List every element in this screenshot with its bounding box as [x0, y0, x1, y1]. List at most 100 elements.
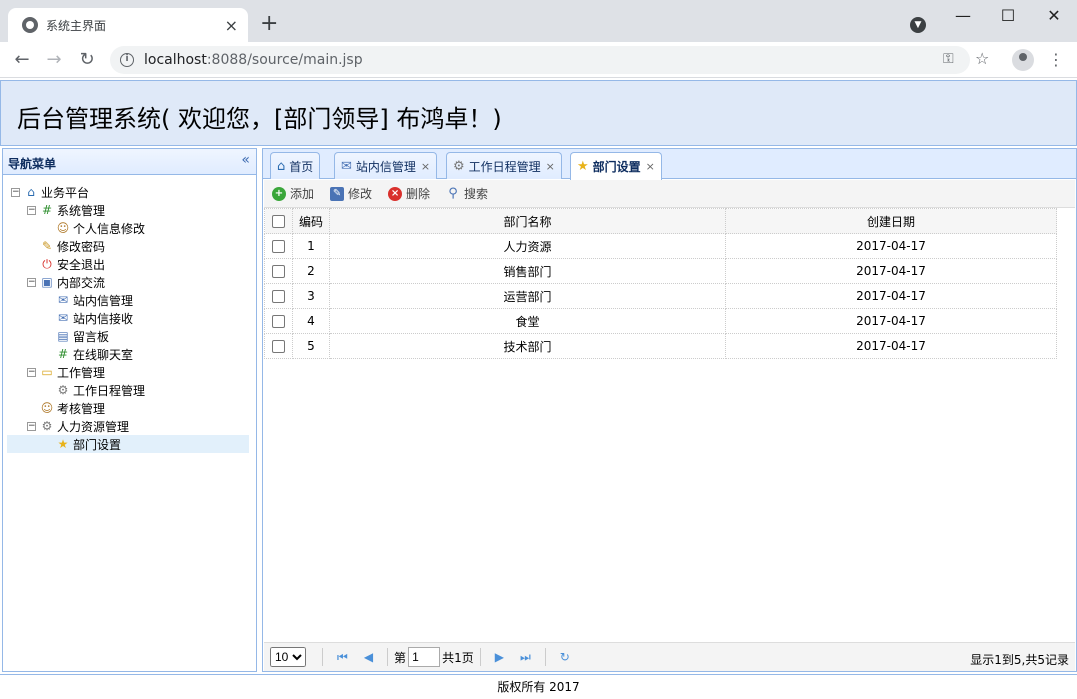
- tab-close-icon[interactable]: ×: [546, 160, 555, 173]
- tree-node-label: 安全退出: [57, 257, 106, 272]
- tab-item[interactable]: ⚙ 工作日程管理 ×: [446, 152, 562, 179]
- browser-tab-title: 系统主界面: [46, 18, 107, 33]
- site-info-icon[interactable]: i: [120, 53, 134, 67]
- row-select-cell[interactable]: [264, 308, 293, 334]
- maximize-button[interactable]: ☐: [993, 6, 1023, 25]
- tab-item[interactable]: ✉ 站内信管理 ×: [334, 152, 438, 179]
- tab-home[interactable]: ⌂ 首页: [270, 152, 321, 179]
- tree-node[interactable]: − ⚙ 人力资源管理: [7, 417, 249, 435]
- edit-button[interactable]: ✎ 修改: [330, 185, 372, 202]
- tree-expander-icon[interactable]: −: [27, 277, 36, 287]
- cell-name: 销售部门: [329, 258, 726, 284]
- row-select-cell[interactable]: [264, 333, 293, 359]
- page-size-select[interactable]: 10: [270, 647, 306, 667]
- page-number-input[interactable]: [408, 647, 441, 667]
- tree-node-label: 工作日程管理: [73, 383, 146, 398]
- new-tab-button[interactable]: +: [260, 11, 278, 37]
- key-folder-icon: ✎: [41, 239, 53, 253]
- tree-node-label: 业务平台: [41, 185, 90, 200]
- row-select-cell[interactable]: [264, 258, 293, 284]
- tab-close-icon[interactable]: ×: [646, 160, 655, 173]
- column-header-name[interactable]: 部门名称: [329, 208, 726, 234]
- table-row[interactable]: 2 销售部门 2017-04-17: [264, 258, 1057, 284]
- select-all-cell[interactable]: [264, 208, 293, 234]
- cell-name: 技术部门: [329, 333, 726, 359]
- row-checkbox[interactable]: [272, 315, 285, 328]
- pager-divider: [387, 648, 389, 666]
- column-header-date[interactable]: 创建日期: [725, 208, 1057, 234]
- last-page-icon[interactable]: ⏭: [520, 650, 531, 665]
- refresh-icon[interactable]: ↻: [560, 650, 570, 664]
- add-label: 添加: [290, 187, 315, 201]
- table-row[interactable]: 3 运营部门 2017-04-17: [264, 283, 1057, 309]
- tree-node-label: 部门设置: [73, 437, 122, 452]
- table-row[interactable]: 1 人力资源 2017-04-17: [264, 233, 1057, 259]
- tree-node[interactable]: ⚙ 工作日程管理: [7, 381, 249, 399]
- tree-expander-icon[interactable]: −: [27, 367, 36, 377]
- tree-node-label: 系统管理: [57, 203, 106, 218]
- row-checkbox[interactable]: [272, 290, 285, 303]
- pagination-bar: 10 ⏮ ◀ 第 共1页 ▶ ⏭ ↻ 显示1到5,共5记录: [264, 642, 1075, 671]
- prev-page-icon[interactable]: ◀: [364, 650, 373, 664]
- back-arrow-icon[interactable]: ←: [11, 49, 33, 71]
- tree-node[interactable]: # 在线聊天室: [7, 345, 249, 363]
- tree-node[interactable]: − ⌂ 业务平台: [7, 183, 249, 201]
- column-header-id[interactable]: 编码: [292, 208, 330, 234]
- key-icon[interactable]: ⚿: [943, 51, 954, 67]
- row-select-cell[interactable]: [264, 283, 293, 309]
- tree-node[interactable]: ☺ 考核管理: [7, 399, 249, 417]
- profile-avatar-icon[interactable]: [1012, 49, 1034, 71]
- row-checkbox[interactable]: [272, 240, 285, 253]
- search-label: 搜索: [464, 187, 489, 201]
- row-checkbox[interactable]: [272, 340, 285, 353]
- cell-name: 食堂: [329, 308, 726, 334]
- bookmark-star-icon[interactable]: ☆: [975, 49, 989, 68]
- mail-icon: ✉: [57, 311, 69, 325]
- first-page-icon[interactable]: ⏮: [337, 650, 348, 665]
- green-grid-icon: #: [41, 203, 53, 217]
- next-page-icon[interactable]: ▶: [495, 650, 504, 664]
- collapse-icon[interactable]: «: [241, 152, 250, 168]
- tree-node[interactable]: − ▣ 内部交流: [7, 273, 249, 291]
- tree-node[interactable]: − # 系统管理: [7, 201, 249, 219]
- browser-tab[interactable]: 系统主界面 ×: [8, 8, 248, 42]
- tree-node[interactable]: ★ 部门设置: [7, 435, 249, 453]
- browser-tab-close-icon[interactable]: ×: [225, 16, 238, 35]
- table-row[interactable]: 5 技术部门 2017-04-17: [264, 333, 1057, 359]
- tree-node[interactable]: ⏻ 安全退出: [7, 255, 249, 273]
- delete-icon: ×: [388, 186, 403, 201]
- forward-arrow-icon[interactable]: →: [43, 49, 65, 71]
- minimize-button[interactable]: —: [948, 6, 978, 25]
- tree-node[interactable]: ▤ 留言板: [7, 327, 249, 345]
- tree-node-label: 人力资源管理: [57, 419, 130, 434]
- tree-expander-icon[interactable]: −: [27, 421, 36, 431]
- close-window-button[interactable]: ✕: [1039, 6, 1069, 25]
- row-checkbox[interactable]: [272, 265, 285, 278]
- select-all-checkbox[interactable]: [272, 215, 285, 228]
- tab-close-icon[interactable]: ×: [421, 160, 430, 173]
- tree-expander-icon[interactable]: −: [11, 187, 20, 197]
- user-edit-icon: ☺: [56, 221, 70, 235]
- tree-node[interactable]: ☺ 个人信息修改: [7, 219, 249, 237]
- tree-node[interactable]: ✉ 站内信接收: [7, 309, 249, 327]
- gear-icon: ⚙: [57, 383, 69, 397]
- tab-search-icon[interactable]: ▼: [910, 17, 926, 33]
- page-favicon-icon: [22, 17, 38, 33]
- url-input[interactable]: i localhost:8088/source/main.jsp: [110, 46, 970, 74]
- cell-date: 2017-04-17: [725, 233, 1057, 259]
- delete-button[interactable]: × 删除: [388, 185, 430, 202]
- add-button[interactable]: + 添加: [272, 185, 314, 202]
- browser-menu-icon[interactable]: ⋮: [1048, 50, 1064, 69]
- table-row[interactable]: 4 食堂 2017-04-17: [264, 308, 1057, 334]
- tree-node[interactable]: − ▭ 工作管理: [7, 363, 249, 381]
- reload-icon[interactable]: ↻: [76, 49, 98, 71]
- tree-expander-icon[interactable]: −: [27, 205, 36, 215]
- row-select-cell[interactable]: [264, 233, 293, 259]
- cell-date: 2017-04-17: [725, 258, 1057, 284]
- tree-node[interactable]: ✎ 修改密码: [7, 237, 249, 255]
- search-button[interactable]: ⚲ 搜索: [446, 185, 488, 202]
- tree-node[interactable]: ✉ 站内信管理: [7, 291, 249, 309]
- tab-item[interactable]: ★ 部门设置 ×: [570, 152, 662, 180]
- home-icon: ⌂: [277, 158, 286, 174]
- mail-icon: ✉: [57, 293, 69, 307]
